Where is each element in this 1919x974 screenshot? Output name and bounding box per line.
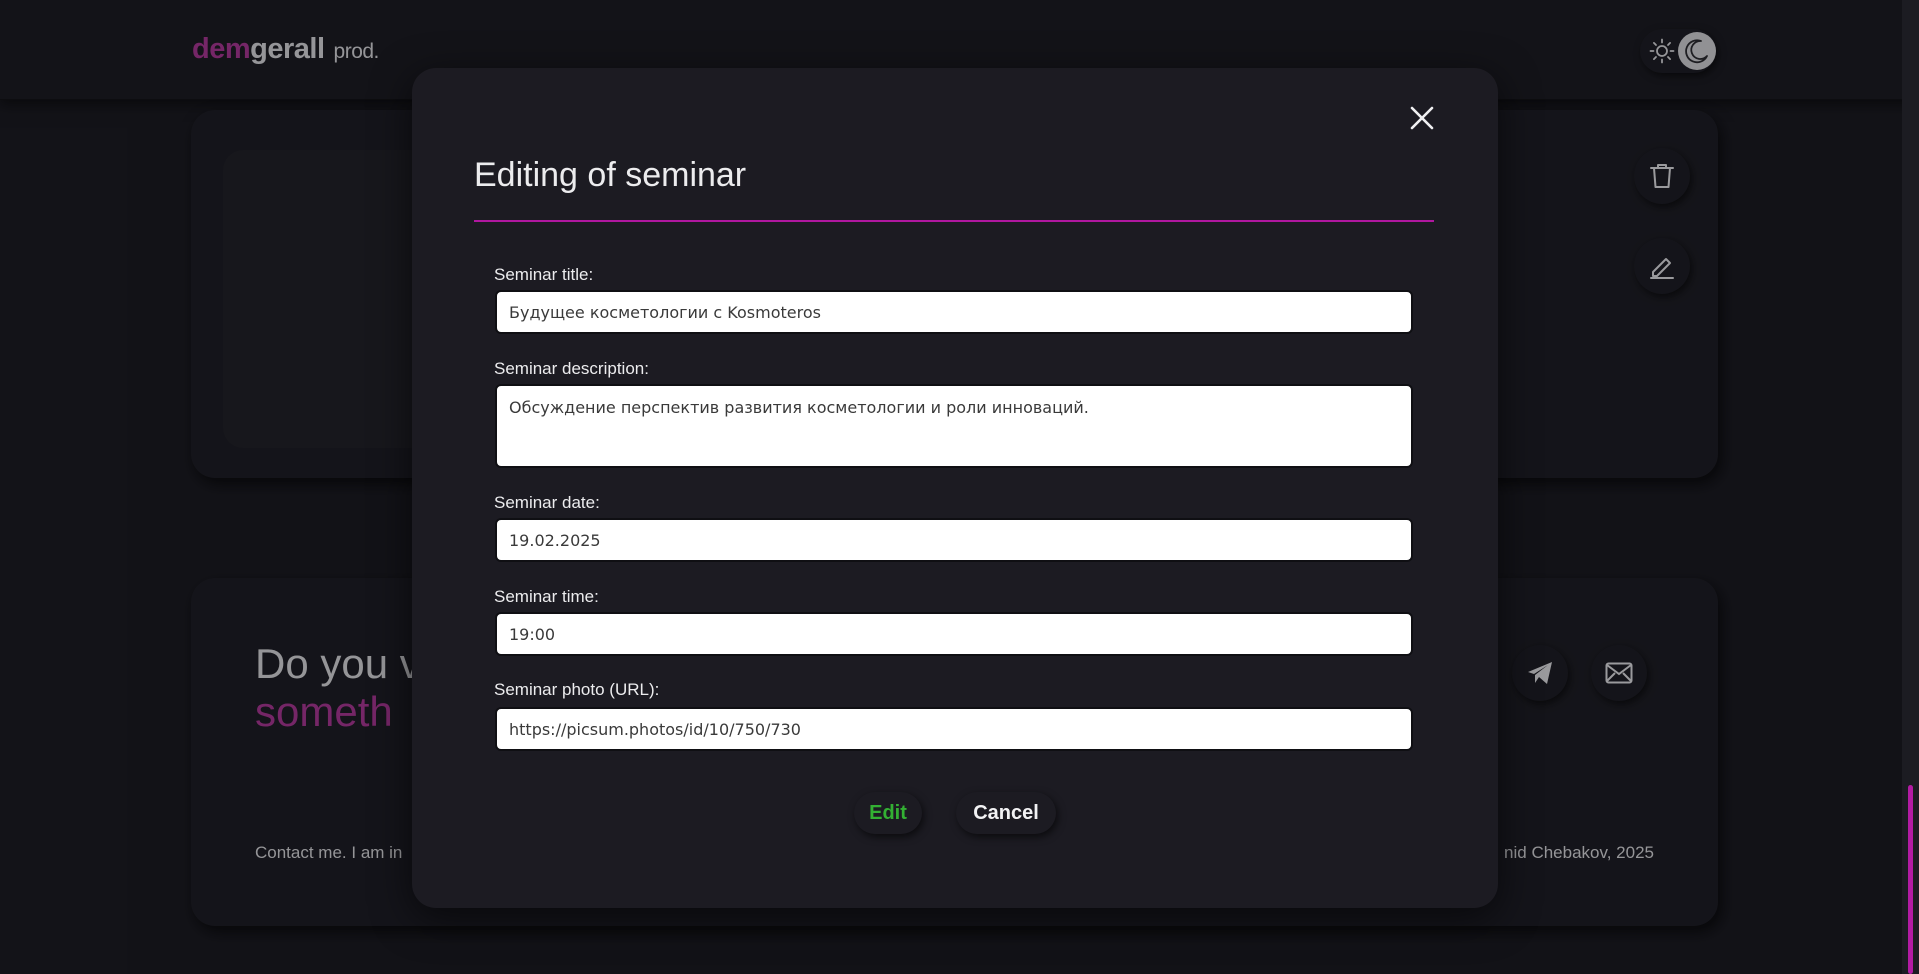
seminar-title-label: Seminar title: bbox=[494, 265, 594, 284]
seminar-description-label: Seminar description: bbox=[494, 359, 649, 378]
page-scrollbar[interactable] bbox=[1902, 0, 1919, 974]
seminar-time-label: Seminar time: bbox=[494, 587, 599, 606]
edit-button[interactable]: Edit bbox=[854, 792, 922, 834]
seminar-date-label: Seminar date: bbox=[494, 493, 600, 512]
title-divider bbox=[474, 220, 1434, 222]
modal-title: Editing of seminar bbox=[474, 156, 747, 194]
seminar-title-input[interactable]: Будущее косметологии с Kosmoteros bbox=[495, 290, 1413, 334]
page: dem gerall prod. Do you v someth Contact… bbox=[0, 0, 1919, 974]
seminar-photo-label: Seminar photo (URL): bbox=[494, 680, 660, 699]
close-icon bbox=[1410, 106, 1434, 130]
edit-seminar-modal: Editing of seminar Seminar title: Будуще… bbox=[412, 68, 1498, 908]
cancel-button[interactable]: Cancel bbox=[956, 792, 1056, 834]
seminar-photo-input[interactable]: https://picsum.photos/id/10/750/730 bbox=[495, 707, 1413, 751]
close-button[interactable] bbox=[1402, 98, 1442, 138]
seminar-date-input[interactable]: 19.02.2025 bbox=[495, 518, 1413, 562]
scrollbar-thumb[interactable] bbox=[1908, 785, 1913, 974]
seminar-time-input[interactable]: 19:00 bbox=[495, 612, 1413, 656]
seminar-description-textarea[interactable]: Обсуждение перспектив развития косметоло… bbox=[495, 384, 1413, 468]
